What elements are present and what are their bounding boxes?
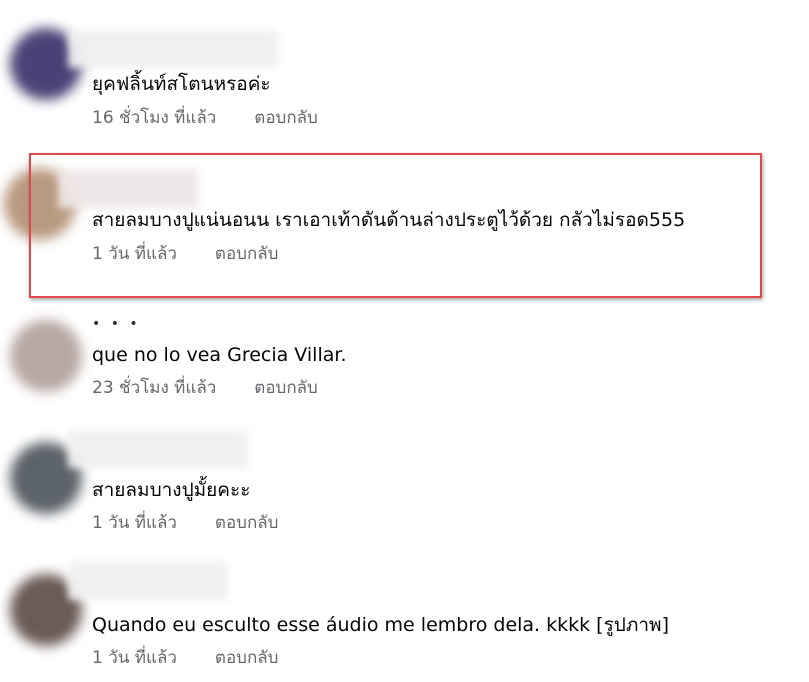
author-name-redacted (68, 562, 228, 600)
comment-meta: 1 วัน ที่แล้ว ตอบกลับ (92, 512, 278, 534)
comment-text: ยุคฟลิ้นท์สโตนหรอค่ะ (92, 73, 271, 95)
comment-timestamp[interactable]: 1 วัน ที่แล้ว (92, 513, 177, 533)
reply-link[interactable]: ตอบกลับ (215, 648, 279, 668)
comment-text: que no lo vea Grecia Villar. (92, 344, 347, 366)
comment-timestamp[interactable]: 16 ชั่วโมง ที่แล้ว (92, 108, 216, 128)
comment-meta: 1 วัน ที่แล้ว ตอบกลับ (92, 243, 278, 265)
comment-timestamp[interactable]: 1 วัน ที่แล้ว (92, 648, 177, 668)
author-name-redacted (68, 430, 248, 468)
avatar[interactable] (10, 320, 82, 392)
comment-timestamp[interactable]: 1 วัน ที่แล้ว (92, 244, 177, 264)
comment-timestamp[interactable]: 23 ชั่วโมง ที่แล้ว (92, 378, 216, 398)
comment-item: สายลมบางปูมั้ยคะะ 1 วัน ที่แล้ว ตอบกลับ (0, 420, 809, 550)
comment-item: Quando eu esculto esse áudio me lembro d… (0, 552, 809, 682)
comment-meta: 16 ชั่วโมง ที่แล้ว ตอบกลับ (92, 107, 318, 129)
comment-item: ยุคฟลิ้นท์สโตนหรอค่ะ 16 ชั่วโมง ที่แล้ว ต… (0, 0, 809, 130)
comment-item: สายลมบางปูแน่นอนน เราเอาเท้าดันด้านล่างป… (0, 140, 809, 270)
author-name-redacted (58, 170, 198, 208)
comment-meta: 1 วัน ที่แล้ว ตอบกลับ (92, 647, 278, 669)
comment-text: สายลมบางปูมั้ยคะะ (92, 479, 251, 501)
author-name-redacted: • • • (92, 316, 141, 332)
reply-link[interactable]: ตอบกลับ (254, 378, 318, 398)
author-name-redacted (68, 30, 278, 68)
reply-link[interactable]: ตอบกลับ (215, 244, 279, 264)
reply-link[interactable]: ตอบกลับ (254, 108, 318, 128)
comment-text: Quando eu esculto esse áudio me lembro d… (92, 614, 669, 636)
reply-link[interactable]: ตอบกลับ (215, 513, 279, 533)
comment-meta: 23 ชั่วโมง ที่แล้ว ตอบกลับ (92, 377, 318, 399)
comment-text: สายลมบางปูแน่นอนน เราเอาเท้าดันด้านล่างป… (92, 209, 686, 231)
